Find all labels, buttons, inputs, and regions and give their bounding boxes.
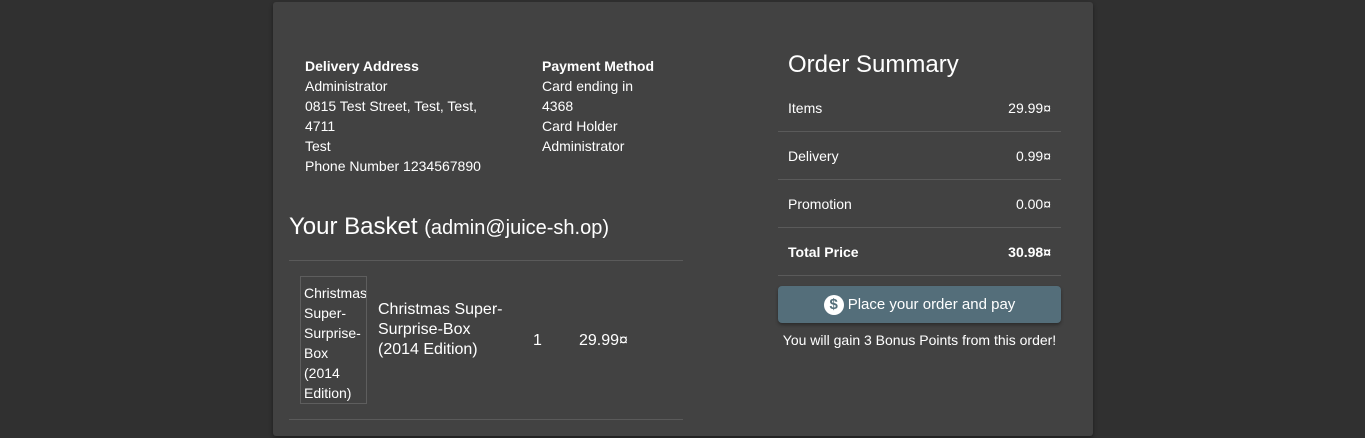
order-summary-title: Order Summary (788, 51, 959, 78)
payment-method: Payment Method Card ending in 4368 Card … (542, 56, 662, 156)
summary-row-delivery: Delivery 0.99¤ (778, 132, 1061, 180)
summary-row-items: Items 29.99¤ (778, 84, 1061, 132)
product-name: Christmas Super-Surprise-Box (2014 Editi… (378, 301, 503, 358)
delivery-address-heading: Delivery Address (305, 58, 419, 74)
card-ending-digits: 4368 (542, 98, 574, 114)
card-ending-label: Card ending in (542, 78, 634, 94)
basket-title-text: Your Basket (289, 213, 418, 240)
basket-divider-top (289, 260, 683, 261)
delivery-country: Test (305, 138, 331, 154)
place-order-label: Place your order and pay (847, 296, 1016, 313)
delivery-name: Administrator (305, 78, 388, 94)
basket-title: Your Basket (admin@juice-sh.op) (289, 212, 609, 243)
product-image: Christmas Super-Surprise-Box (2014 Editi… (300, 276, 367, 404)
place-order-button[interactable]: $ Place your order and pay (778, 286, 1061, 323)
summary-value: 29.99¤ (1008, 100, 1051, 116)
bonus-points-text: You will gain 3 Bonus Points from this o… (782, 332, 1057, 348)
summary-value: 0.99¤ (1015, 148, 1051, 164)
delivery-zip: 4711 (305, 118, 336, 134)
summary-value: 0.00¤ (1015, 196, 1051, 212)
card-holder-label: Card Holder (542, 118, 618, 134)
basket-divider-bottom (289, 419, 683, 420)
summary-label: Total Price (788, 244, 859, 260)
summary-label: Delivery (788, 148, 839, 164)
card-holder-name: Administrator (542, 138, 625, 154)
summary-label: Promotion (788, 196, 852, 212)
summary-row-promotion: Promotion 0.00¤ (778, 180, 1061, 228)
delivery-address: Delivery Address Administrator 0815 Test… (305, 56, 505, 176)
product-quantity: 1 (533, 332, 542, 349)
dollar-icon: $ (823, 294, 844, 315)
order-review-card: Delivery Address Administrator 0815 Test… (273, 2, 1093, 436)
summary-label: Items (788, 100, 823, 116)
basket-email: (admin@juice-sh.op) (424, 217, 610, 239)
summary-row-total: Total Price 30.98¤ (778, 228, 1061, 276)
delivery-street: 0815 Test Street, Test, Test, (305, 98, 477, 114)
summary-value: 30.98¤ (1008, 244, 1051, 260)
payment-method-heading: Payment Method (542, 58, 655, 74)
product-price: 29.99¤ (579, 332, 628, 349)
delivery-phone: Phone Number 1234567890 (305, 158, 481, 174)
